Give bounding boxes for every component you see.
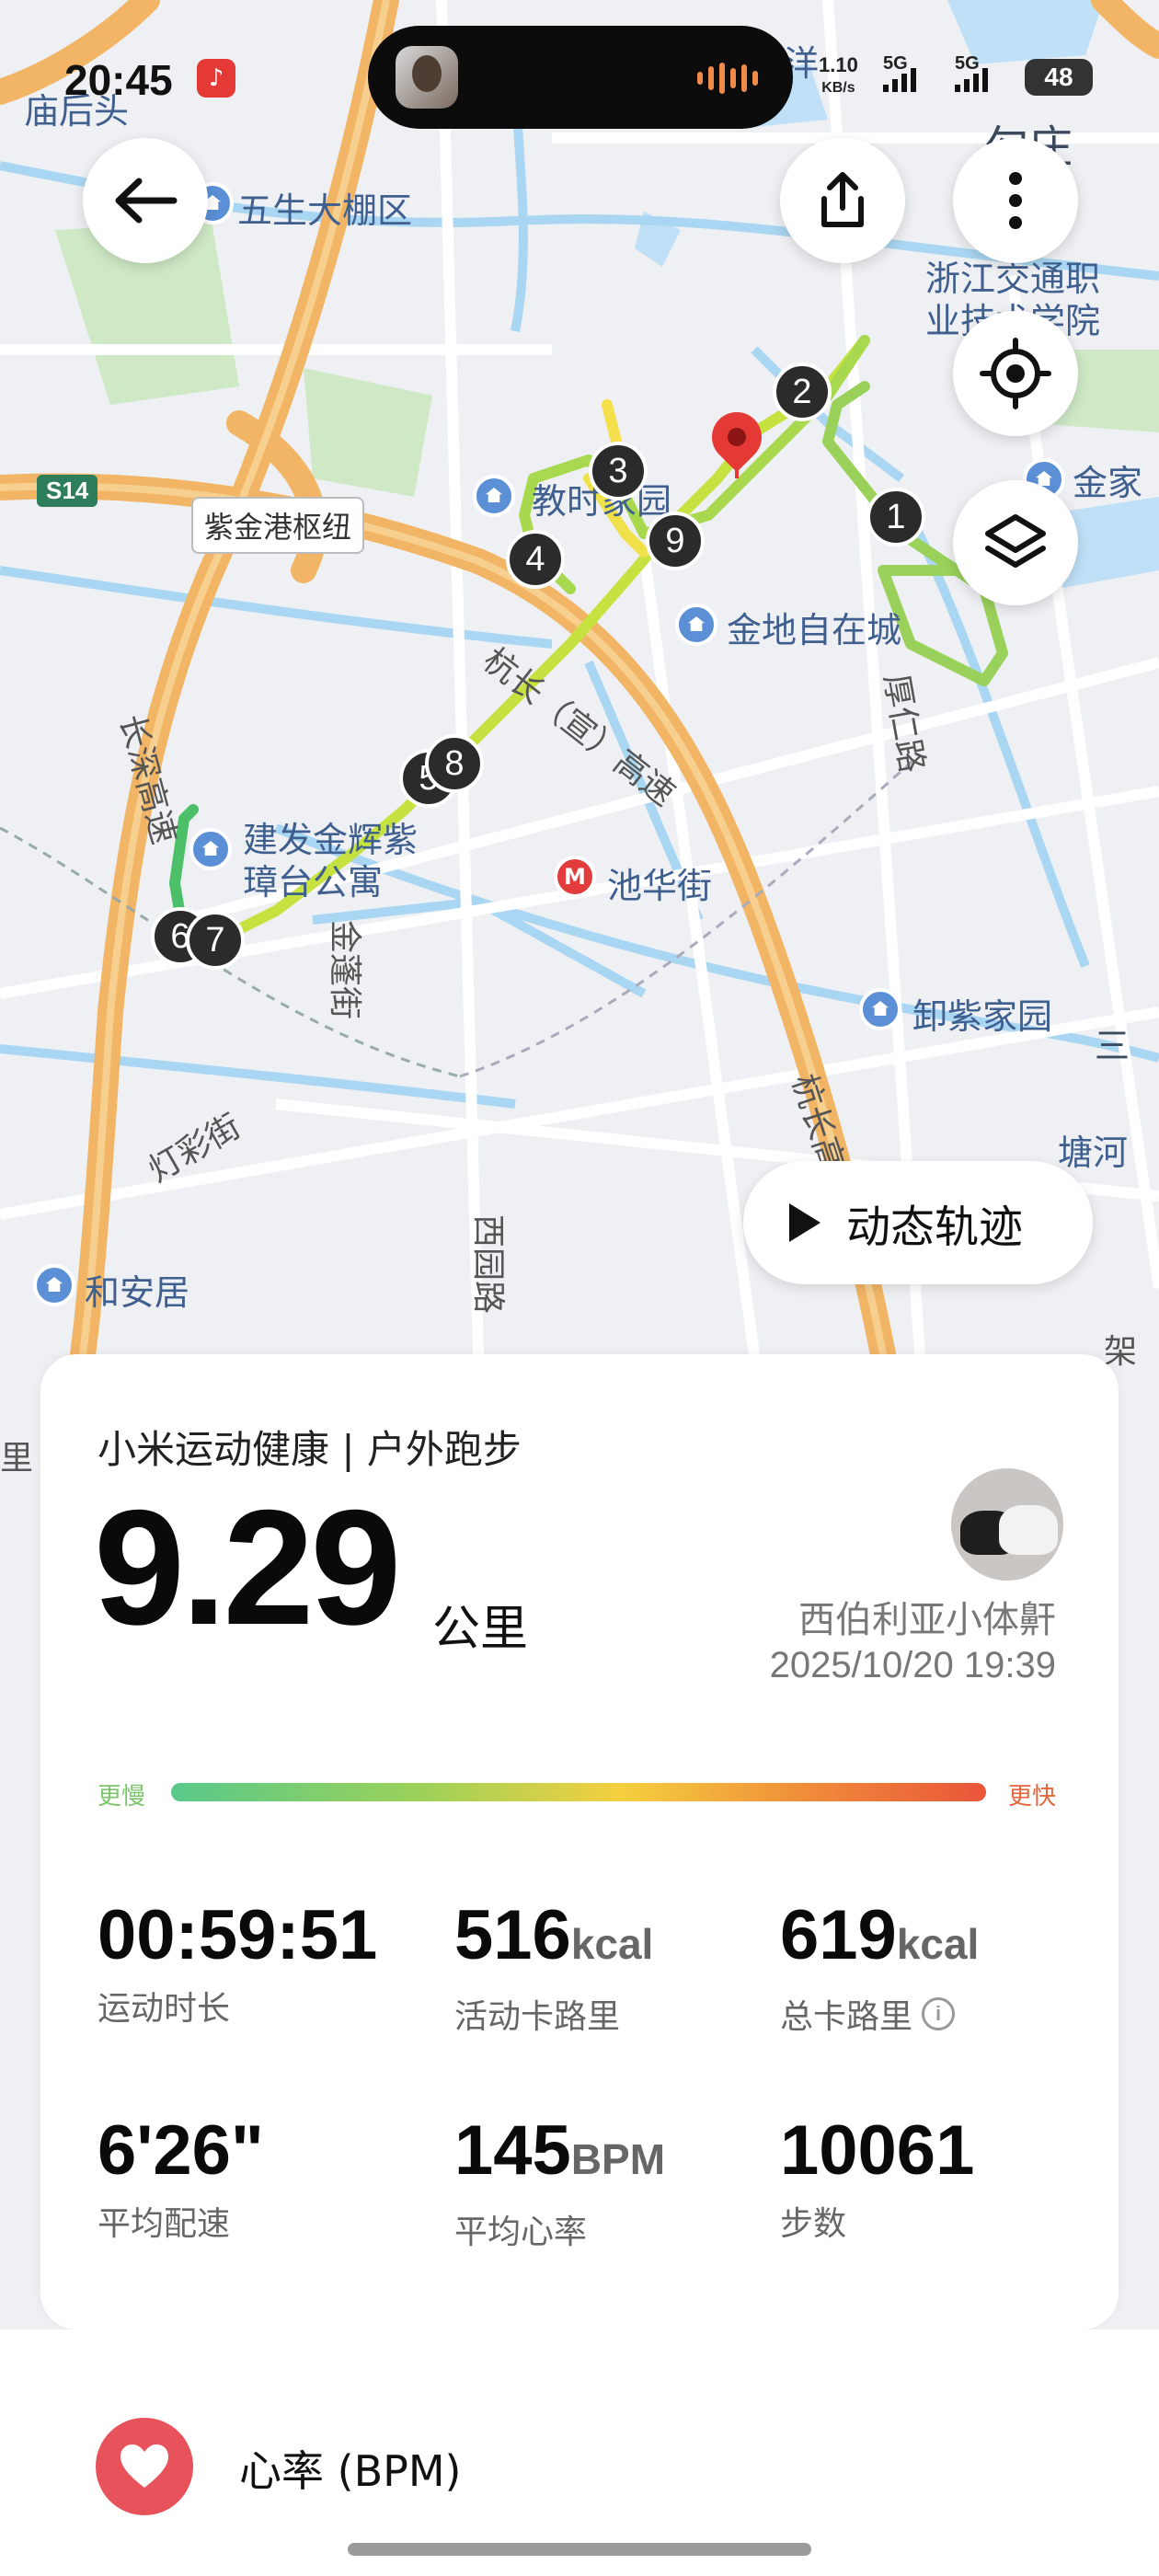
replay-track-button[interactable]: 动态轨迹 [743, 1161, 1093, 1284]
share-button[interactable] [780, 138, 905, 263]
media-avatar [396, 46, 458, 109]
share-icon [821, 172, 864, 227]
signal-bars-icon [955, 68, 988, 92]
net-speed-unit: KB/s [821, 80, 855, 96]
map-label-jindi: 金地自在城 [727, 610, 902, 650]
map-label-hean: 和安居 [85, 1272, 190, 1313]
stat-duration: 00:59:51 运动时长 [98, 1899, 377, 2030]
stat-label: 活动卡路里 [454, 1998, 621, 2036]
back-button[interactable] [83, 138, 208, 263]
km-marker-9[interactable]: 9 [646, 512, 705, 570]
stat-value: 6'26" [98, 2114, 264, 2188]
locate-icon [980, 338, 1051, 409]
stat-value: 00:59:51 [98, 1899, 377, 1972]
avatar-cat-white [999, 1505, 1058, 1555]
stat-value: 10061 [780, 2114, 974, 2188]
home-indicator[interactable] [348, 2543, 811, 2556]
poi-icon [33, 1264, 75, 1306]
km-marker-7[interactable]: 7 [186, 911, 245, 970]
end-location-pin-stem [735, 458, 739, 478]
km-marker-3[interactable]: 3 [589, 442, 648, 500]
stat-number: 619 [780, 1896, 897, 1974]
layers-button[interactable] [953, 480, 1078, 605]
stat-label: 步数 [780, 2205, 847, 2243]
stat-number: 00:59:51 [98, 1896, 378, 1974]
stat-label: 总卡路里 [780, 1998, 913, 2036]
poi-icon [189, 828, 232, 870]
heart-icon [120, 2444, 168, 2488]
user-name: 西伯利亚小体鼾 [798, 1599, 1056, 1641]
more-vertical-icon [1009, 172, 1022, 229]
map-label-tanghe: 塘河 [1058, 1133, 1129, 1173]
map-label-jinjia: 金家 [1073, 463, 1143, 503]
stat-label: 平均心率 [454, 2214, 588, 2251]
stat-label: 平均配速 [98, 2205, 231, 2243]
replay-track-label: 动态轨迹 [846, 1202, 1024, 1253]
stat-value: 516kcal [454, 1899, 653, 1981]
battery-level: 48 [1025, 59, 1093, 96]
stat-avg-heart-rate: 145BPM 平均心率 [454, 2114, 665, 2253]
stat-number: 6'26" [98, 2111, 264, 2190]
km-marker-1[interactable]: 1 [866, 488, 925, 546]
status-bar: 20:45 ♪ 1.10 KB/s 5G 5G 48 [0, 0, 1159, 147]
stat-number: 516 [454, 1896, 571, 1974]
stat-active-calories: 516kcal 活动卡路里 [454, 1899, 653, 2038]
stat-total-calories: 619kcal 总卡路里 i [780, 1899, 979, 2038]
info-icon[interactable]: i [922, 1997, 956, 2030]
workout-datetime: 2025/10/20 19:39 [769, 1645, 1056, 1685]
map-label-xiezi: 卸紫家园 [912, 996, 1053, 1037]
poi-icon [859, 988, 901, 1030]
heart-rate-section[interactable]: 心率 (BPM) [0, 2329, 1159, 2576]
stat-steps: 10061 步数 [780, 2114, 974, 2245]
map-label-li: 里 [0, 1440, 34, 1478]
km-marker-8[interactable]: 8 [425, 734, 484, 793]
map-label-chihua: 池华街 [607, 866, 713, 906]
map-label-jianfa-2: 璋台公寓 [243, 862, 384, 903]
layers-icon [985, 514, 1046, 568]
stat-avg-pace: 6'26" 平均配速 [98, 2114, 264, 2245]
poi-icon [473, 475, 515, 517]
stat-number: 10061 [780, 2111, 975, 2190]
stat-number: 145 [454, 2111, 571, 2190]
notification-app-icon: ♪ [197, 59, 235, 98]
dynamic-island[interactable] [368, 26, 793, 129]
signal-bars-icon [883, 68, 916, 92]
stat-label: 运动时长 [98, 1990, 231, 2028]
km-marker-2[interactable]: 2 [773, 362, 832, 421]
km-marker-4[interactable]: 4 [506, 530, 565, 589]
heart-icon-badge [96, 2418, 193, 2515]
highway-badge-s14: S14 [37, 475, 98, 507]
stat-value: 145BPM [454, 2114, 665, 2196]
pace-gradient-bar [171, 1783, 986, 1801]
map-label-jinpeng: 金蓬街 [326, 920, 363, 1020]
metro-station-icon: M [554, 856, 596, 898]
pace-fast-label: 更快 [1007, 1783, 1056, 1811]
locate-button[interactable] [953, 311, 1078, 436]
distance-value: 9.29 [94, 1476, 401, 1659]
workout-summary-card: 小米运动健康 | 户外跑步 9.29 公里 西伯利亚小体鼾 2025/10/20… [40, 1354, 1119, 2329]
audio-wave-icon [697, 63, 762, 94]
map-label-san: 三 [1095, 1026, 1130, 1066]
distance-unit: 公里 [432, 1602, 529, 1657]
pace-slow-label: 更慢 [98, 1783, 146, 1811]
stat-unit: kcal [570, 1920, 654, 1968]
back-arrow-icon [115, 178, 178, 224]
stat-unit: kcal [896, 1920, 980, 1968]
heart-rate-title: 心率 (BPM) [239, 2446, 462, 2496]
stat-unit: BPM [570, 2135, 666, 2183]
user-avatar[interactable] [951, 1468, 1063, 1581]
map-label-zijingang-hub: 紫金港枢纽 [191, 497, 365, 554]
net-speed: 1.10 KB/s [819, 55, 858, 98]
play-icon [789, 1203, 820, 1242]
more-button[interactable] [953, 138, 1078, 263]
status-time: 20:45 [64, 56, 173, 104]
map-label-xiyuan: 西园路 [469, 1214, 507, 1315]
net-speed-value: 1.10 [819, 53, 858, 76]
workout-source: 小米运动健康 | 户外跑步 [98, 1427, 522, 1472]
stat-value: 619kcal [780, 1899, 979, 1981]
map-label-wusheng: 五生大棚区 [237, 190, 413, 231]
poi-icon [675, 604, 717, 646]
